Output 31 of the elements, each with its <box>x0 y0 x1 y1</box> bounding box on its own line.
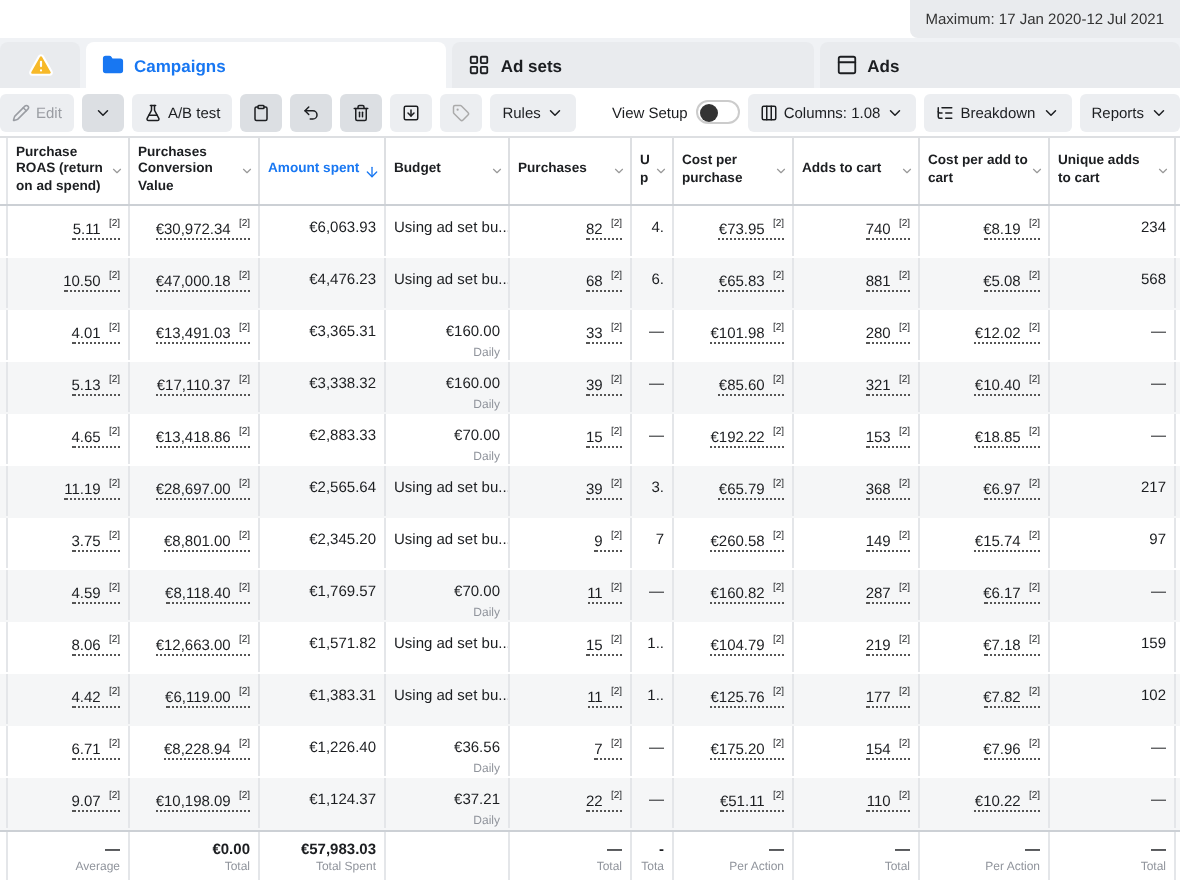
caret-icon <box>490 164 504 178</box>
tab[interactable]: Ad sets <box>452 42 814 89</box>
tab[interactable]: Ads <box>819 42 1180 89</box>
warning-icon <box>27 52 53 79</box>
caret-icon <box>1156 164 1170 178</box>
undo-button[interactable] <box>290 93 333 132</box>
pencil-icon <box>12 103 30 122</box>
export-icon <box>402 103 421 122</box>
grid-icon <box>468 54 491 77</box>
caret-icon <box>612 164 626 178</box>
clipboard-button[interactable] <box>240 93 283 132</box>
caret-icon <box>900 164 914 178</box>
caret-icon <box>654 164 668 178</box>
folder-icon <box>102 54 124 77</box>
caret-icon <box>240 164 254 178</box>
caret-icon <box>110 164 124 178</box>
view-setup-toggle[interactable] <box>695 100 740 125</box>
window-icon <box>835 54 858 77</box>
flask-icon <box>143 103 162 122</box>
tab[interactable]: Campaigns <box>86 42 447 89</box>
caret-icon <box>774 164 788 178</box>
undo-icon <box>302 103 321 122</box>
clipboard-icon <box>252 103 271 122</box>
tag-icon <box>452 103 471 122</box>
columns-icon <box>759 103 778 122</box>
sort-arrow-icon <box>364 163 380 179</box>
export-button[interactable] <box>390 93 433 132</box>
trash-icon <box>352 103 371 122</box>
caret-icon <box>1030 164 1044 178</box>
breakdown-icon <box>936 103 955 122</box>
delete-button[interactable] <box>340 93 383 132</box>
